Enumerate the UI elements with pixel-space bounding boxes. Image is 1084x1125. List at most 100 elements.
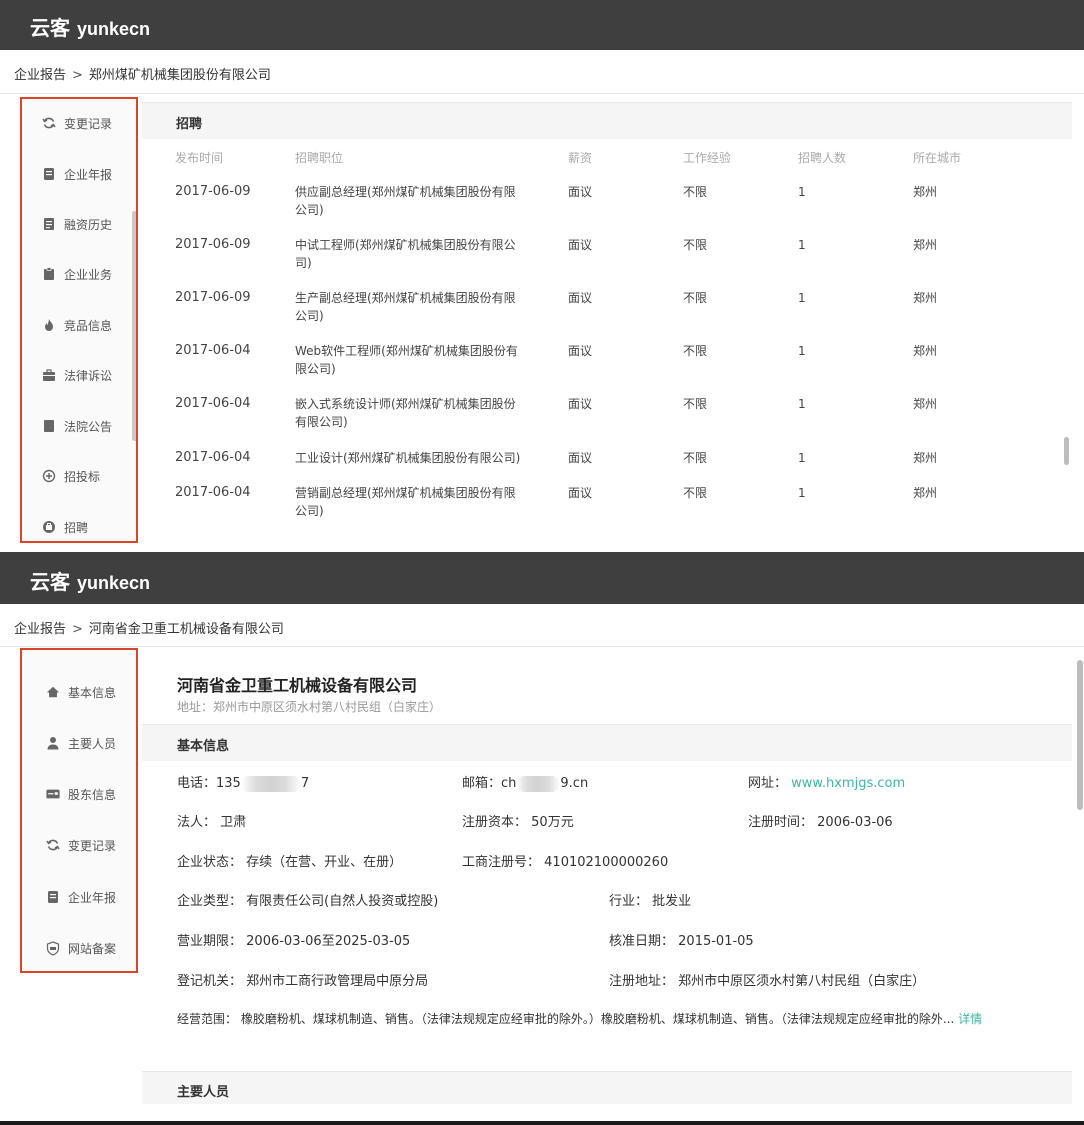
column-header-position: 招聘职位	[295, 151, 344, 165]
user-icon	[46, 736, 60, 750]
row-salary: 面议	[568, 451, 593, 465]
icp-shield-icon	[46, 940, 60, 956]
row-position[interactable]: 嵌入式系统设计师(郑州煤矿机械集团股份	[295, 395, 516, 413]
breadcrumb-root[interactable]: 企业报告	[14, 68, 66, 83]
sidebar-item-label: 招投标	[64, 469, 101, 484]
row-salary: 面议	[568, 344, 593, 358]
phone-field: 电话：135 7	[177, 775, 310, 792]
row-position[interactable]: 中试工程师(郑州煤矿机械集团股份有限公	[295, 236, 516, 254]
company-status-field: 企业状态： 存续（在营、开业、在册）	[177, 855, 403, 870]
row-salary: 面议	[568, 397, 593, 411]
registration-date-field: 注册时间： 2006-03-06	[748, 815, 893, 830]
basic-info-section: 河南省金卫重工机械设备有限公司 地址：郑州市中原区须水村第八村民组（白家庄） 基…	[142, 660, 1083, 1120]
row-position[interactable]: 生产副总经理(郑州煤矿机械集团股份有限	[295, 289, 516, 307]
row-city: 郑州	[913, 397, 938, 411]
breadcrumb-current: 郑州煤矿机械集团股份有限公司	[88, 68, 271, 83]
content-scrollbar[interactable]	[1064, 437, 1069, 465]
column-header-experience: 工作经验	[683, 151, 732, 165]
sidebar-item-business[interactable]: 企业业务	[22, 259, 136, 289]
row-city: 郑州	[913, 486, 938, 500]
website-field: 网址： www.hxmjgs.com	[748, 776, 906, 791]
bid-icon	[42, 469, 56, 483]
row-position[interactable]: 供应副总经理(郑州煤矿机械集团股份有限	[295, 183, 516, 201]
row-experience: 不限	[683, 185, 708, 199]
sidebar-item-label: 竞品信息	[64, 318, 113, 333]
top-nav-bar: 云客 yunkecn	[0, 552, 1084, 604]
sidebar-nav: 基本信息 主要人员 股东信息 变更记录 企业年报 网站备案	[20, 648, 138, 973]
app-logo[interactable]: 云客 yunkecn	[30, 12, 150, 41]
section-title: 主要人员	[177, 1085, 230, 1100]
row-date: 2017-06-04	[175, 485, 251, 500]
sidebar-item-annual-report[interactable]: 企业年报	[22, 159, 136, 189]
row-position[interactable]: Web软件工程师(郑州煤矿机械集团股份有	[295, 342, 518, 360]
sidebar-item-basic-info[interactable]: 基本信息	[22, 677, 136, 707]
sidebar-item-bidding[interactable]: 招投标	[22, 461, 136, 491]
sidebar-item-litigation[interactable]: 法律诉讼	[22, 360, 136, 390]
sidebar-item-annual-report[interactable]: 企业年报	[22, 882, 136, 912]
row-position-cont[interactable]: 公司)	[295, 502, 324, 520]
industry-field: 行业： 批发业	[609, 894, 692, 909]
content-scrollbar[interactable]	[1077, 660, 1083, 810]
row-count: 1	[798, 344, 806, 358]
divider	[0, 646, 1084, 647]
sidebar-item-key-people[interactable]: 主要人员	[22, 728, 136, 758]
row-experience: 不限	[683, 486, 708, 500]
section-title: 基本信息	[177, 739, 230, 754]
column-header-count: 招聘人数	[798, 151, 847, 165]
sidebar-item-label: 网站备案	[68, 941, 117, 956]
breadcrumb-current: 河南省金卫重工机械设备有限公司	[88, 622, 284, 637]
divider	[0, 93, 1084, 94]
sidebar-item-label: 融资历史	[64, 217, 113, 232]
row-position[interactable]: 营销副总经理(郑州煤矿机械集团股份有限	[295, 484, 516, 502]
sidebar-item-label: 变更记录	[68, 838, 117, 853]
row-date: 2017-06-04	[175, 343, 251, 358]
sidebar-item-court-notice[interactable]: 法院公告	[22, 411, 136, 441]
website-link[interactable]: www.hxmjgs.com	[791, 776, 905, 791]
sidebar-item-website-filing[interactable]: 网站备案	[22, 933, 136, 963]
row-position[interactable]: 工业设计(郑州煤矿机械集团股份有限公司)	[295, 449, 520, 467]
row-position-cont[interactable]: 公司)	[295, 307, 324, 325]
row-position-cont[interactable]: 限公司)	[295, 360, 336, 378]
sidebar-item-financing[interactable]: 融资历史	[22, 209, 136, 239]
breadcrumb: 企业报告 > 郑州煤矿机械集团股份有限公司	[14, 68, 271, 83]
sidebar-item-recruitment[interactable]: 招聘	[22, 512, 136, 541]
sidebar-item-label: 企业年报	[64, 167, 113, 182]
row-count: 1	[798, 291, 806, 305]
sidebar-item-label: 法律诉讼	[64, 368, 113, 383]
row-position-cont[interactable]: 有限公司)	[295, 413, 348, 431]
row-salary: 面议	[568, 486, 593, 500]
row-date: 2017-06-04	[175, 450, 251, 465]
registration-number-field: 工商注册号： 410102100000260	[462, 855, 669, 870]
flame-icon	[42, 318, 56, 332]
row-city: 郑州	[913, 185, 938, 199]
sidebar-item-competitors[interactable]: 竞品信息	[22, 310, 136, 340]
details-link[interactable]: 详情	[958, 1012, 982, 1026]
sidebar-item-change-log[interactable]: 变更记录	[22, 108, 136, 138]
registration-authority-field: 登记机关： 郑州市工商行政管理局中原分局	[177, 974, 429, 989]
row-experience: 不限	[683, 397, 708, 411]
row-position-cont[interactable]: 司)	[295, 254, 312, 272]
registered-capital-field: 注册资本： 50万元	[462, 815, 574, 830]
row-date: 2017-06-09	[175, 184, 251, 199]
sidebar-item-label: 股东信息	[68, 787, 117, 802]
sidebar-item-label: 变更记录	[64, 116, 113, 131]
sidebar-item-label: 企业年报	[68, 890, 117, 905]
sidebar-item-change-log[interactable]: 变更记录	[22, 830, 136, 860]
row-count: 1	[798, 486, 806, 500]
company-address: 地址：郑州市中原区须水村第八村民组（白家庄）	[177, 700, 442, 714]
row-position-cont[interactable]: 公司)	[295, 201, 324, 219]
row-city: 郑州	[913, 344, 938, 358]
clipboard-icon	[42, 267, 56, 281]
business-scope-field: 经营范围： 橡胶磨粉机、煤球机制造、销售。（法律法规规定应经审批的除外。）橡胶磨…	[177, 1012, 983, 1026]
column-header-salary: 薪资	[568, 151, 593, 165]
row-city: 郑州	[913, 451, 938, 465]
sidebar-item-shareholders[interactable]: 股东信息	[22, 779, 136, 809]
sidebar-nav: 变更记录 企业年报 融资历史 企业业务 竞品信息 法律诉讼 法院公告 招投标 招…	[20, 97, 138, 543]
row-experience: 不限	[683, 238, 708, 252]
bottom-border	[0, 1121, 1084, 1125]
top-nav-bar: 云客 yunkecn	[0, 0, 1084, 50]
app-logo[interactable]: 云客 yunkecn	[30, 566, 150, 595]
breadcrumb-root[interactable]: 企业报告	[14, 622, 66, 637]
sidebar-scrollbar[interactable]	[132, 211, 136, 441]
refresh-icon	[46, 838, 60, 852]
